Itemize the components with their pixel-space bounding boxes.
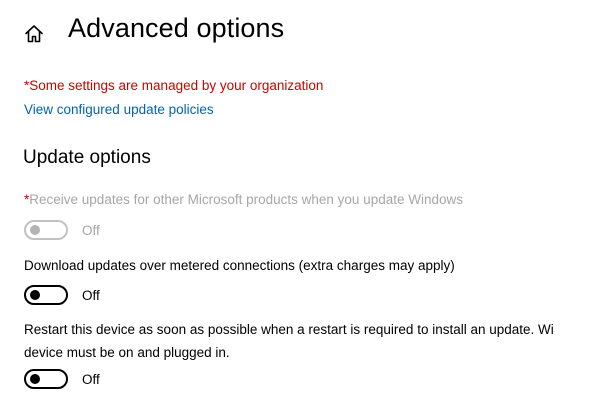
option-label-metered-connections: Download updates over metered connection… — [24, 258, 455, 273]
toggle-state-label: Off — [82, 222, 100, 238]
option-label-text: Receive updates for other Microsoft prod… — [29, 192, 463, 207]
option-label-line1: Restart this device as soon as possible … — [24, 322, 554, 337]
option-label-line2: device must be on and plugged in. — [24, 345, 230, 360]
toggle-row-microsoft-products: Off — [24, 220, 100, 240]
toggle-metered-connections[interactable] — [24, 285, 68, 305]
toggle-row-metered-connections: Off — [24, 285, 100, 305]
toggle-knob — [30, 374, 40, 384]
view-update-policies-link[interactable]: View configured update policies — [24, 102, 214, 117]
toggle-restart-device[interactable] — [24, 369, 68, 389]
page-title: Advanced options — [68, 13, 285, 43]
org-managed-notice: *Some settings are managed by your organ… — [24, 78, 324, 93]
toggle-knob — [30, 225, 40, 235]
header — [22, 14, 46, 54]
toggle-row-restart-device: Off — [24, 369, 100, 389]
option-label-microsoft-products: *Receive updates for other Microsoft pro… — [24, 190, 463, 210]
section-title-update-options: Update options — [23, 147, 151, 168]
toggle-knob — [30, 290, 40, 300]
toggle-state-label: Off — [82, 371, 100, 387]
toggle-microsoft-products — [24, 220, 68, 240]
option-label-restart-device: Restart this device as soon as possible … — [24, 318, 590, 364]
toggle-state-label: Off — [82, 287, 100, 303]
home-icon[interactable] — [22, 22, 46, 46]
